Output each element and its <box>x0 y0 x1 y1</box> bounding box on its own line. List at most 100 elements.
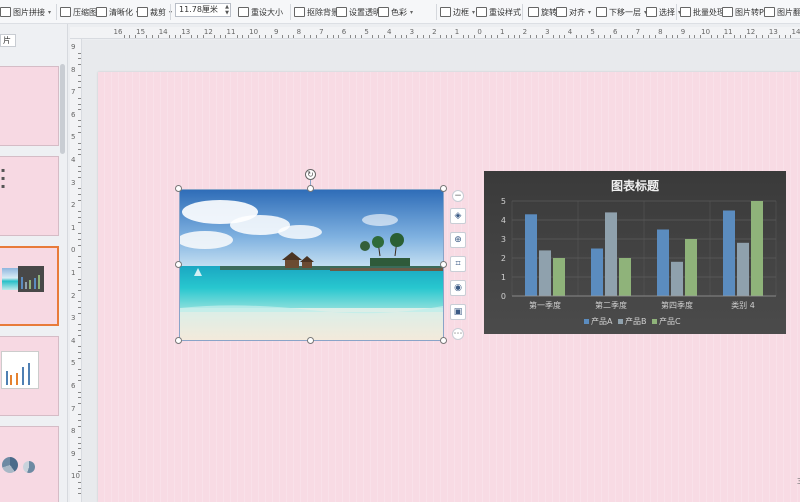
ruler-tick <box>564 35 566 38</box>
toolbar-reset-size-button[interactable]: 重设大小 <box>238 5 283 19</box>
bar-chart[interactable]: 图表标题 0 1 2 3 4 5 第一季度 第二季度 第四季度 类别 4 产品A 产品B 产品C <box>484 171 786 334</box>
ruler-tick <box>315 35 317 38</box>
slide-thumbnail-1[interactable] <box>0 66 59 146</box>
ruler-label: 12 <box>746 28 756 36</box>
ruler-tick <box>78 487 81 489</box>
rotate-handle-icon[interactable]: ↻ <box>305 169 316 180</box>
resize-handle-nw[interactable] <box>175 185 182 192</box>
ruler-tick <box>558 35 560 38</box>
ruler-label: 8 <box>658 28 663 36</box>
stepper-icon[interactable]: ▲ ▼ <box>225 4 229 16</box>
ruler-tick <box>677 35 679 38</box>
ruler-tick <box>620 35 622 38</box>
ruler-label: 13 <box>768 28 778 36</box>
ruler-label: 2 <box>432 28 437 36</box>
ruler-tick <box>462 35 464 38</box>
ruler-tick <box>78 188 81 190</box>
resize-handle-w[interactable] <box>175 261 182 268</box>
resize-handle-s[interactable] <box>307 337 314 344</box>
bar-产品B <box>671 261 683 296</box>
zoom-icon[interactable]: ⊕ <box>450 232 466 248</box>
ruler-label: 4 <box>567 28 573 36</box>
chevron-down-icon: ▾ <box>588 8 592 16</box>
y-tick-label: 5 <box>501 197 506 206</box>
image-merge-icon <box>0 7 11 17</box>
collapse-icon[interactable]: − <box>452 190 464 202</box>
width-input[interactable]: 11.78厘米 ▲ ▼ <box>175 3 231 17</box>
resize-handle-ne[interactable] <box>440 185 447 192</box>
toolbar-border-button[interactable]: 边框 ▾ <box>440 5 475 19</box>
ruler-tick <box>78 148 81 150</box>
toolbar-send-backward-button[interactable]: 下移一层▾ <box>596 5 647 19</box>
legend-label: 产品B <box>625 316 647 326</box>
toolbar-label: 对齐 <box>569 7 585 17</box>
slide-thumbnail-3[interactable] <box>0 246 59 326</box>
ruler-tick <box>603 35 605 38</box>
layers-icon[interactable]: ◈ <box>450 208 466 224</box>
ruler-tick <box>78 419 81 421</box>
ruler-tick <box>78 335 81 337</box>
y-tick-label: 2 <box>501 254 506 263</box>
ruler-label: 10 <box>249 28 259 36</box>
resize-handle-se[interactable] <box>440 337 447 344</box>
x-tick-label: 第一季度 <box>529 300 561 310</box>
ruler-label: 9 <box>680 28 686 36</box>
width-value: 11.78厘米 <box>179 5 218 14</box>
image-to-pdf-icon <box>722 7 733 17</box>
toolbar-sharpen-button[interactable]: 清晰化▾ <box>96 5 139 19</box>
ruler-tick <box>78 323 81 325</box>
legend-swatch <box>652 319 657 324</box>
reset-style-icon <box>476 7 487 17</box>
ruler-tick <box>440 35 442 38</box>
ruler-label: 1 <box>454 28 460 36</box>
x-tick-label: 类别 4 <box>731 300 755 310</box>
slide-thumbnail-2[interactable]: ▪ ▪ ▪ <box>0 156 59 236</box>
ruler-tick <box>779 35 781 38</box>
slide-thumbnail-panel: 片 ▪ ▪ ▪ <box>0 24 68 502</box>
slide-thumbnail-4[interactable] <box>0 336 59 416</box>
resize-handle-n[interactable] <box>307 185 314 192</box>
slide[interactable]: ↻ − ◈ ⊕ ⌗ ◉ ▣ ⋯ 图表标题 0 1 2 3 4 5 第一季度 第二季度 第四季度 类别 4 产品A 产… <box>98 72 800 502</box>
ruler-tick <box>513 35 515 38</box>
ruler-label: 5 <box>364 28 369 36</box>
ruler-tick <box>733 35 735 38</box>
ruler-label: 9 <box>273 28 279 36</box>
ruler-tick <box>78 199 81 201</box>
ruler-tick <box>372 35 374 38</box>
crop-icon[interactable]: ⌗ <box>450 256 466 272</box>
resize-handle-sw[interactable] <box>175 337 182 344</box>
ruler-tick <box>78 154 81 156</box>
toolbar-align-button[interactable]: 对齐 ▾ <box>556 5 591 19</box>
toolbar-color-button[interactable]: 色彩 ▾ <box>378 5 413 19</box>
ruler-label: 14 <box>791 28 800 36</box>
toolbar-image-translate-button[interactable]: 图片翻 <box>764 5 800 19</box>
ruler-tick <box>78 63 81 65</box>
panel-tab[interactable]: 片 <box>0 34 16 47</box>
toolbar-image-merge-button[interactable]: 图片拼接 ▾ <box>0 5 51 19</box>
toolbar-separator <box>170 4 171 20</box>
more-icon[interactable]: ⋯ <box>452 328 464 340</box>
toolbar-reset-style-button[interactable]: 重设样式 <box>476 5 521 19</box>
ruler-tick <box>78 346 81 348</box>
toolbar-crop-button[interactable]: 裁剪▾ <box>137 5 172 19</box>
legend-label: 产品C <box>659 316 681 326</box>
slide-thumbnail-5[interactable] <box>0 426 59 502</box>
align-icon <box>556 7 567 17</box>
image-tool-icon[interactable]: ▣ <box>450 304 466 320</box>
ruler-label: 3 <box>409 28 415 36</box>
toolbar-separator <box>290 4 291 20</box>
ruler-tick <box>259 35 261 38</box>
resize-handle-e[interactable] <box>440 261 447 268</box>
panel-scrollbar[interactable] <box>60 64 65 154</box>
ruler-label: 6 <box>612 28 618 36</box>
toolbar-label: 清晰化 <box>109 7 133 17</box>
bar-产品B <box>539 250 551 296</box>
ruler-tick <box>219 35 221 38</box>
vertical-ruler: 9 8 7 6 5 4 3 2 1 0 1 2 3 4 5 6 7 8 9 10 <box>70 39 82 502</box>
idea-icon[interactable]: ◉ <box>450 280 466 296</box>
thumbnail-pie <box>23 461 35 473</box>
ruler-tick <box>649 35 651 38</box>
bar-产品A <box>525 214 537 296</box>
thumbnail-chart <box>18 266 44 292</box>
ruler-tick <box>485 35 487 38</box>
